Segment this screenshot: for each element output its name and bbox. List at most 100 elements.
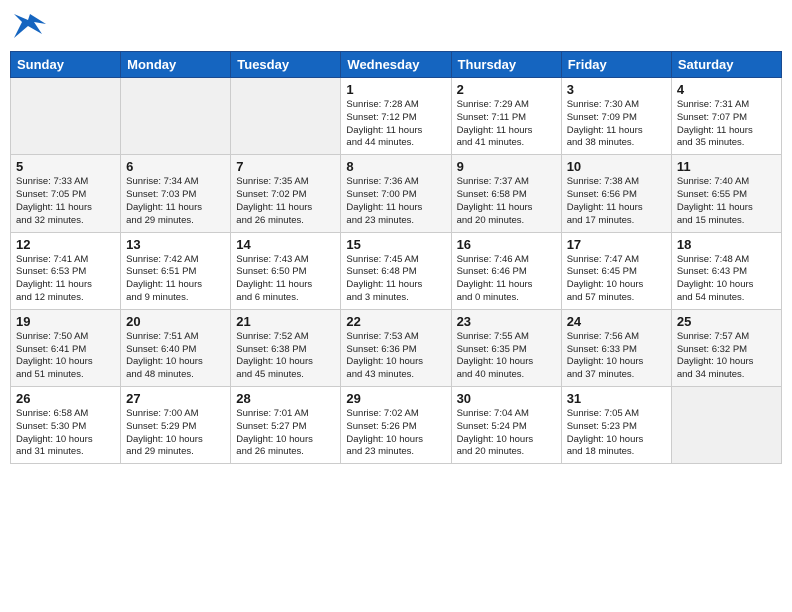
calendar-cell: 18Sunrise: 7:48 AM Sunset: 6:43 PM Dayli…	[671, 232, 781, 309]
day-number: 28	[236, 391, 335, 406]
day-number: 16	[457, 237, 556, 252]
day-info: Sunrise: 7:40 AM Sunset: 6:55 PM Dayligh…	[677, 176, 776, 227]
day-info: Sunrise: 7:46 AM Sunset: 6:46 PM Dayligh…	[457, 254, 556, 305]
day-number: 14	[236, 237, 335, 252]
day-info: Sunrise: 6:58 AM Sunset: 5:30 PM Dayligh…	[16, 408, 115, 459]
day-number: 9	[457, 159, 556, 174]
day-number: 12	[16, 237, 115, 252]
day-number: 4	[677, 82, 776, 97]
day-number: 2	[457, 82, 556, 97]
day-info: Sunrise: 7:37 AM Sunset: 6:58 PM Dayligh…	[457, 176, 556, 227]
calendar-cell: 15Sunrise: 7:45 AM Sunset: 6:48 PM Dayli…	[341, 232, 451, 309]
calendar-cell: 2 Sunrise: 7:29 AM Sunset: 7:11 PM Daylig…	[451, 78, 561, 155]
day-number: 23	[457, 314, 556, 329]
col-header-saturday: Saturday	[671, 52, 781, 78]
day-info: Sunrise: 7:33 AM Sunset: 7:05 PM Dayligh…	[16, 176, 115, 227]
day-number: 7	[236, 159, 335, 174]
calendar-cell: 23 Sunrise: 7:55 AM Sunset: 6:35 PM Dayli…	[451, 309, 561, 386]
calendar-cell: 4 Sunrise: 7:31 AM Sunset: 7:07 PM Daylig…	[671, 78, 781, 155]
day-info: Sunrise: 7:55 AM Sunset: 6:35 PM Dayligh…	[457, 331, 556, 382]
day-info: Sunrise: 7:02 AM Sunset: 5:26 PM Dayligh…	[346, 408, 445, 459]
calendar-cell	[11, 78, 121, 155]
calendar-cell: 29 Sunrise: 7:02 AM Sunset: 5:26 PM Dayli…	[341, 387, 451, 464]
calendar-week-3: 12Sunrise: 7:41 AM Sunset: 6:53 PM Dayli…	[11, 232, 782, 309]
calendar-cell: 14 Sunrise: 7:43 AM Sunset: 6:50 PM Dayli…	[231, 232, 341, 309]
calendar-table: SundayMondayTuesdayWednesdayThursdayFrid…	[10, 51, 782, 464]
day-info: Sunrise: 7:50 AM Sunset: 6:41 PM Dayligh…	[16, 331, 115, 382]
logo	[14, 10, 52, 43]
col-header-sunday: Sunday	[11, 52, 121, 78]
day-number: 3	[567, 82, 666, 97]
calendar-cell: 8Sunrise: 7:36 AM Sunset: 7:00 PM Daylig…	[341, 155, 451, 232]
calendar-cell: 9 Sunrise: 7:37 AM Sunset: 6:58 PM Daylig…	[451, 155, 561, 232]
calendar-cell: 27 Sunrise: 7:00 AM Sunset: 5:29 PM Dayli…	[121, 387, 231, 464]
day-number: 5	[16, 159, 115, 174]
day-number: 22	[346, 314, 445, 329]
day-info: Sunrise: 7:47 AM Sunset: 6:45 PM Dayligh…	[567, 254, 666, 305]
day-info: Sunrise: 7:01 AM Sunset: 5:27 PM Dayligh…	[236, 408, 335, 459]
day-info: Sunrise: 7:00 AM Sunset: 5:29 PM Dayligh…	[126, 408, 225, 459]
calendar-cell: 16 Sunrise: 7:46 AM Sunset: 6:46 PM Dayli…	[451, 232, 561, 309]
day-number: 21	[236, 314, 335, 329]
day-number: 30	[457, 391, 556, 406]
day-info: Sunrise: 7:31 AM Sunset: 7:07 PM Dayligh…	[677, 99, 776, 150]
calendar-cell: 22 Sunrise: 7:53 AM Sunset: 6:36 PM Dayli…	[341, 309, 451, 386]
calendar-cell	[231, 78, 341, 155]
calendar-cell: 13Sunrise: 7:42 AM Sunset: 6:51 PM Dayli…	[121, 232, 231, 309]
calendar-cell: 20 Sunrise: 7:51 AM Sunset: 6:40 PM Dayli…	[121, 309, 231, 386]
calendar-cell: 6 Sunrise: 7:34 AM Sunset: 7:03 PM Daylig…	[121, 155, 231, 232]
calendar-cell: 17 Sunrise: 7:47 AM Sunset: 6:45 PM Dayli…	[561, 232, 671, 309]
calendar-cell: 31 Sunrise: 7:05 AM Sunset: 5:23 PM Dayli…	[561, 387, 671, 464]
calendar-cell: 19 Sunrise: 7:50 AM Sunset: 6:41 PM Dayli…	[11, 309, 121, 386]
day-number: 1	[346, 82, 445, 97]
calendar-cell: 24 Sunrise: 7:56 AM Sunset: 6:33 PM Dayli…	[561, 309, 671, 386]
day-info: Sunrise: 7:28 AM Sunset: 7:12 PM Dayligh…	[346, 99, 445, 150]
day-number: 27	[126, 391, 225, 406]
calendar-week-2: 5 Sunrise: 7:33 AM Sunset: 7:05 PM Daylig…	[11, 155, 782, 232]
day-number: 29	[346, 391, 445, 406]
calendar-week-5: 26 Sunrise: 6:58 AM Sunset: 5:30 PM Dayli…	[11, 387, 782, 464]
logo-bird-icon	[14, 10, 46, 38]
day-info: Sunrise: 7:30 AM Sunset: 7:09 PM Dayligh…	[567, 99, 666, 150]
day-info: Sunrise: 7:43 AM Sunset: 6:50 PM Dayligh…	[236, 254, 335, 305]
day-info: Sunrise: 7:29 AM Sunset: 7:11 PM Dayligh…	[457, 99, 556, 150]
day-number: 19	[16, 314, 115, 329]
calendar-cell: 7Sunrise: 7:35 AM Sunset: 7:02 PM Daylig…	[231, 155, 341, 232]
day-info: Sunrise: 7:34 AM Sunset: 7:03 PM Dayligh…	[126, 176, 225, 227]
calendar-header-row: SundayMondayTuesdayWednesdayThursdayFrid…	[11, 52, 782, 78]
calendar-cell: 5 Sunrise: 7:33 AM Sunset: 7:05 PM Daylig…	[11, 155, 121, 232]
calendar-cell: 1 Sunrise: 7:28 AM Sunset: 7:12 PM Daylig…	[341, 78, 451, 155]
day-number: 31	[567, 391, 666, 406]
calendar-cell: 25 Sunrise: 7:57 AM Sunset: 6:32 PM Dayli…	[671, 309, 781, 386]
calendar-cell: 21Sunrise: 7:52 AM Sunset: 6:38 PM Dayli…	[231, 309, 341, 386]
day-info: Sunrise: 7:38 AM Sunset: 6:56 PM Dayligh…	[567, 176, 666, 227]
calendar-cell: 10 Sunrise: 7:38 AM Sunset: 6:56 PM Dayli…	[561, 155, 671, 232]
col-header-thursday: Thursday	[451, 52, 561, 78]
day-info: Sunrise: 7:48 AM Sunset: 6:43 PM Dayligh…	[677, 254, 776, 305]
day-info: Sunrise: 7:36 AM Sunset: 7:00 PM Dayligh…	[346, 176, 445, 227]
day-info: Sunrise: 7:57 AM Sunset: 6:32 PM Dayligh…	[677, 331, 776, 382]
day-info: Sunrise: 7:56 AM Sunset: 6:33 PM Dayligh…	[567, 331, 666, 382]
day-info: Sunrise: 7:04 AM Sunset: 5:24 PM Dayligh…	[457, 408, 556, 459]
col-header-friday: Friday	[561, 52, 671, 78]
day-number: 10	[567, 159, 666, 174]
col-header-wednesday: Wednesday	[341, 52, 451, 78]
calendar-cell: 12Sunrise: 7:41 AM Sunset: 6:53 PM Dayli…	[11, 232, 121, 309]
day-number: 6	[126, 159, 225, 174]
calendar-cell	[671, 387, 781, 464]
day-info: Sunrise: 7:51 AM Sunset: 6:40 PM Dayligh…	[126, 331, 225, 382]
col-header-tuesday: Tuesday	[231, 52, 341, 78]
day-info: Sunrise: 7:53 AM Sunset: 6:36 PM Dayligh…	[346, 331, 445, 382]
col-header-monday: Monday	[121, 52, 231, 78]
calendar-cell: 11Sunrise: 7:40 AM Sunset: 6:55 PM Dayli…	[671, 155, 781, 232]
day-number: 24	[567, 314, 666, 329]
day-number: 20	[126, 314, 225, 329]
day-number: 25	[677, 314, 776, 329]
day-number: 26	[16, 391, 115, 406]
calendar-cell: 28 Sunrise: 7:01 AM Sunset: 5:27 PM Dayli…	[231, 387, 341, 464]
page-header	[10, 10, 782, 43]
day-info: Sunrise: 7:05 AM Sunset: 5:23 PM Dayligh…	[567, 408, 666, 459]
calendar-week-1: 1 Sunrise: 7:28 AM Sunset: 7:12 PM Daylig…	[11, 78, 782, 155]
day-number: 17	[567, 237, 666, 252]
calendar-week-4: 19 Sunrise: 7:50 AM Sunset: 6:41 PM Dayli…	[11, 309, 782, 386]
